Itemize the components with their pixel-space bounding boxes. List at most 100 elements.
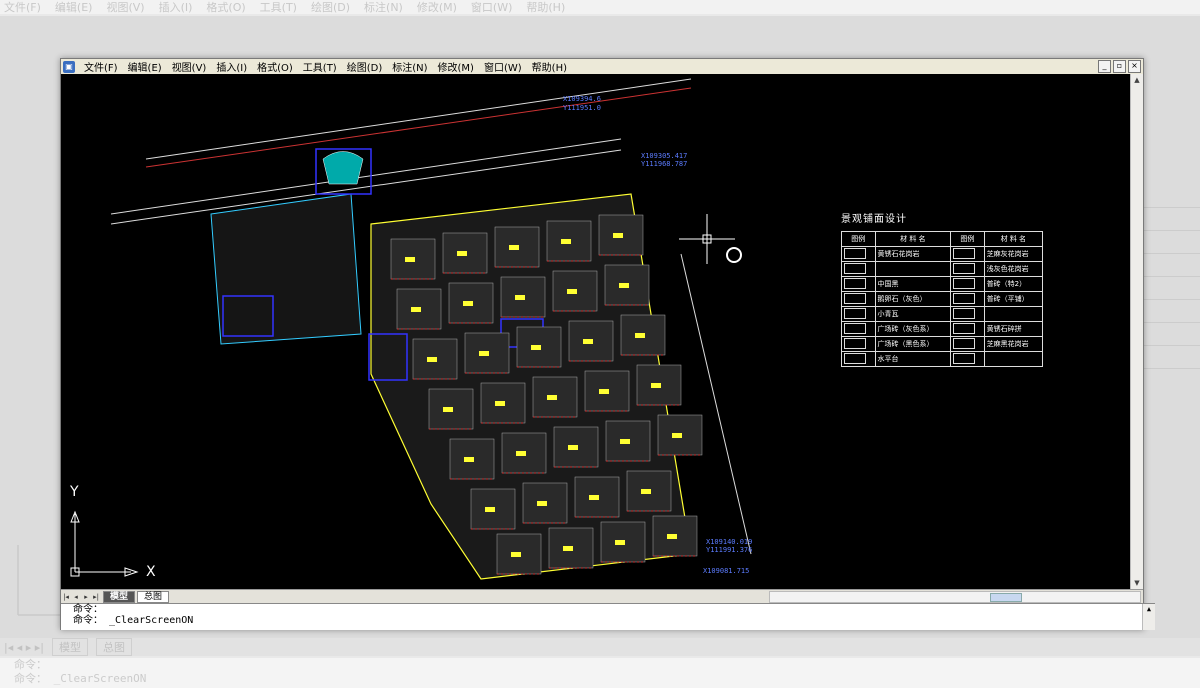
- legend-header: 材 料 名: [874, 231, 952, 247]
- menu-dimension[interactable]: 标注(N): [387, 59, 432, 74]
- coordinate-label: X109140.019: [706, 538, 753, 546]
- building-label-mark: [427, 357, 437, 362]
- app-icon[interactable]: ▣: [63, 60, 75, 73]
- background-menu-item: 视图(V): [106, 1, 145, 14]
- tab-layout[interactable]: 总图: [137, 590, 170, 603]
- legend-swatch: [950, 336, 985, 352]
- legend-row: 小青瓦: [841, 306, 1044, 322]
- menu-file[interactable]: 文件(F): [79, 59, 123, 74]
- legend-row: 广场砖（黑色系） 芝麻黑花岗岩: [841, 336, 1044, 352]
- legend-swatch: [841, 321, 876, 337]
- legend-swatch: [841, 246, 876, 262]
- building-label-mark: [599, 389, 609, 394]
- legend-swatch: [841, 336, 876, 352]
- scroll-up-icon[interactable]: ▲: [1131, 74, 1143, 86]
- building-label-mark: [443, 407, 453, 412]
- legend-swatch: [950, 246, 985, 262]
- legend-row: 广场砖（灰色系） 黄锈石碎拼: [841, 321, 1044, 337]
- background-tab-model: 模型: [52, 638, 88, 656]
- background-command-line: 命令： 命令： _ClearScreenON: [0, 658, 1200, 688]
- next-tab-icon[interactable]: ▸: [81, 593, 91, 601]
- coordinate-label: X109081.715: [703, 567, 750, 575]
- building-label-mark: [651, 383, 661, 388]
- ucs-x-label: X: [146, 564, 156, 580]
- building-label-mark: [509, 245, 519, 250]
- building-label-mark: [568, 445, 578, 450]
- building-label-mark: [479, 351, 489, 356]
- legend-swatch: [841, 291, 876, 307]
- command-line[interactable]: 命令： 命令： _ClearScreenON ▲: [61, 603, 1155, 630]
- menu-bar: ▣ 文件(F) 编辑(E) 视图(V) 插入(I) 格式(O) 工具(T) 绘图…: [61, 59, 1143, 74]
- paving-legend: 景观铺面设计 图例 材 料 名 图例 材 料 名 黄锈石花岗岩 芝麻灰花岗岩 浅灰色…: [841, 210, 1044, 367]
- background-menu-item: 帮助(H): [526, 1, 566, 14]
- scroll-thumb[interactable]: [990, 593, 1022, 602]
- menu-view[interactable]: 视图(V): [167, 59, 212, 74]
- legend-header-row: 图例 材 料 名 图例 材 料 名: [841, 231, 1044, 247]
- building-label-mark: [531, 345, 541, 350]
- legend-material: 黄锈石花岗岩: [874, 246, 952, 262]
- menu-insert[interactable]: 插入(I): [211, 59, 252, 74]
- legend-material: 中国黑: [874, 276, 952, 292]
- legend-swatch: [841, 306, 876, 322]
- building-label-mark: [667, 534, 677, 539]
- legend-header: 图例: [950, 231, 985, 247]
- background-tab-layout: 总图: [96, 638, 132, 656]
- building-label-mark: [567, 289, 577, 294]
- legend-material: 普砖（特2）: [983, 276, 1044, 292]
- restore-button[interactable]: ▫: [1113, 60, 1126, 73]
- menu-edit[interactable]: 编辑(E): [123, 59, 167, 74]
- legend-material: 芝麻黑花岗岩: [983, 336, 1044, 352]
- background-command-text: 命令：: [14, 658, 47, 671]
- vertical-scrollbar[interactable]: ▲ ▼: [1130, 74, 1143, 589]
- coordinate-label: Y111951.0: [563, 104, 601, 112]
- legend-header: 图例: [841, 231, 876, 247]
- menu-draw[interactable]: 绘图(D): [342, 59, 388, 74]
- legend-material: 浅灰色花岗岩: [983, 261, 1044, 277]
- minimize-button[interactable]: _: [1098, 60, 1111, 73]
- building-label-mark: [615, 540, 625, 545]
- menu-modify[interactable]: 修改(M): [433, 59, 479, 74]
- menu-window[interactable]: 窗口(W): [479, 59, 527, 74]
- legend-swatch: [950, 261, 985, 277]
- coordinate-label: X109394.6: [563, 95, 601, 103]
- building-label-mark: [619, 283, 629, 288]
- first-tab-icon[interactable]: |◂: [61, 593, 71, 601]
- legend-row: 中国黑 普砖（特2）: [841, 276, 1044, 292]
- legend-swatch: [950, 291, 985, 307]
- legend-swatch: [841, 276, 876, 292]
- building-label-mark: [464, 457, 474, 462]
- last-tab-icon[interactable]: ▸|: [91, 593, 101, 601]
- cad-window: ▣ 文件(F) 编辑(E) 视图(V) 插入(I) 格式(O) 工具(T) 绘图…: [60, 58, 1155, 630]
- legend-swatch: [841, 351, 876, 367]
- building-label-mark: [411, 307, 421, 312]
- tab-model[interactable]: 模型: [103, 590, 136, 603]
- command-scrollbar[interactable]: ▲: [1142, 604, 1155, 630]
- legend-material: 黄锈石碎拼: [983, 321, 1044, 337]
- background-command-text: 命令： _ClearScreenON: [14, 672, 147, 685]
- building-label-mark: [583, 339, 593, 344]
- legend-material: 水平台: [874, 351, 952, 367]
- building-label-mark: [563, 546, 573, 551]
- legend-swatch: [950, 276, 985, 292]
- background-menubar: 文件(F) 编辑(E) 视图(V) 插入(I) 格式(O) 工具(T) 绘图(D…: [0, 0, 1200, 14]
- legend-material: [874, 261, 952, 277]
- background-menu-item: 格式(O): [206, 1, 246, 14]
- building-label-mark: [635, 333, 645, 338]
- scroll-down-icon[interactable]: ▼: [1131, 577, 1143, 589]
- prev-tab-icon[interactable]: ◂: [71, 593, 81, 601]
- building-label-mark: [672, 433, 682, 438]
- horizontal-scrollbar[interactable]: [769, 591, 1141, 603]
- background-menu-item: 修改(M): [416, 1, 457, 14]
- background-menu-item: 插入(I): [158, 1, 193, 14]
- close-button[interactable]: ×: [1128, 60, 1141, 73]
- building-label-mark: [547, 395, 557, 400]
- menu-help[interactable]: 帮助(H): [527, 59, 572, 74]
- legend-title: 景观铺面设计: [841, 214, 907, 225]
- menu-tools[interactable]: 工具(T): [298, 59, 342, 74]
- legend-swatch: [950, 321, 985, 337]
- building-label-mark: [485, 507, 495, 512]
- drawing-canvas[interactable]: X109394.6 Y111951.0 X109305.417 Y111968.…: [61, 74, 1131, 589]
- background-tabbar: |◂ ◂ ▸ ▸| 模型 总图: [0, 638, 1200, 656]
- legend-swatch: [950, 306, 985, 322]
- menu-format[interactable]: 格式(O): [252, 59, 298, 74]
